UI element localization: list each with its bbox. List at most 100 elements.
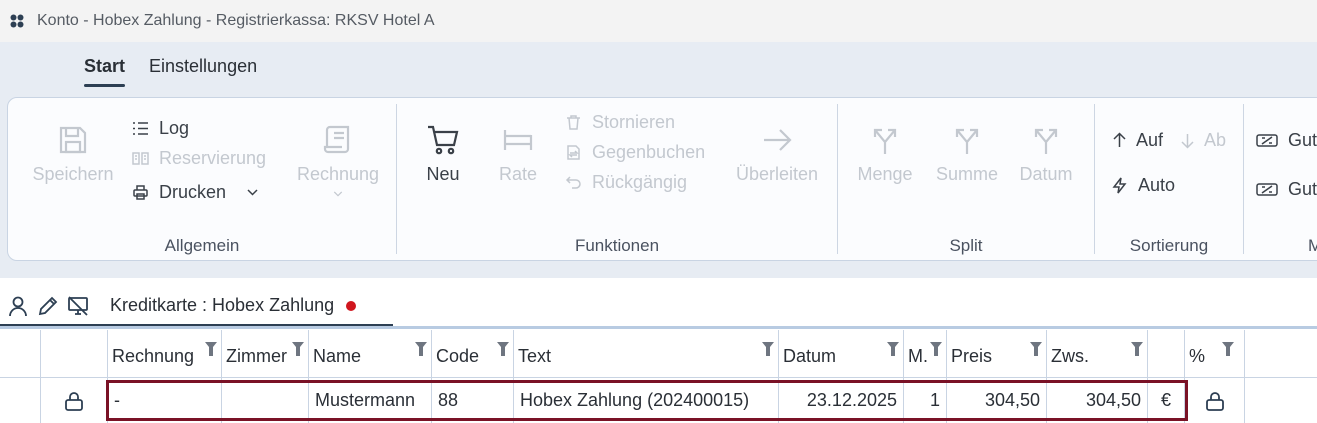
filter-icon[interactable]	[1131, 342, 1143, 356]
column-header-name[interactable]: Name	[309, 330, 432, 377]
filter-icon[interactable]	[762, 342, 774, 356]
cell-menge[interactable]: 1	[904, 378, 947, 423]
group-split: Menge Summe Datum Split	[838, 98, 1094, 262]
split-icon	[873, 128, 897, 154]
save-button[interactable]: Speichern	[28, 122, 118, 185]
column-header-datum[interactable]: Datum	[779, 330, 904, 377]
person-icon[interactable]	[7, 295, 29, 317]
counterbook-button[interactable]: Gegenbuchen	[565, 142, 705, 163]
cell-preis[interactable]: 304,50	[947, 378, 1047, 423]
document-tab-kreditkarte[interactable]: Kreditkarte : Hobex Zahlung	[110, 295, 357, 316]
filter-icon[interactable]	[1030, 342, 1042, 356]
group-more: Gut Gut M	[1244, 98, 1317, 262]
undo-icon	[565, 176, 581, 189]
group-label-sortierung: Sortierung	[1129, 236, 1209, 255]
split-quantity-button[interactable]: Menge	[852, 122, 918, 185]
split-icon	[1034, 128, 1058, 154]
split-date-button[interactable]: Datum	[1014, 122, 1078, 185]
cell-code[interactable]: 88	[432, 378, 514, 423]
voucher-button-1[interactable]: Gut	[1256, 130, 1317, 151]
filter-icon[interactable]	[497, 342, 509, 356]
column-header-currency	[1148, 330, 1185, 377]
filter-icon[interactable]	[205, 342, 217, 356]
cell-text[interactable]: Hobex Zahlung (202400015)	[514, 378, 779, 423]
group-allgemein: Speichern Log Reservierung Drucken Rechn…	[8, 98, 396, 262]
chevron-down-icon[interactable]	[244, 184, 261, 201]
print-button[interactable]: Drucken	[132, 182, 261, 203]
filter-icon[interactable]	[1222, 342, 1234, 356]
window-title: Konto - Hobex Zahlung - Registrierkassa:…	[37, 12, 435, 29]
lock-icon[interactable]	[1204, 390, 1226, 412]
cell-percent[interactable]	[1185, 378, 1245, 423]
lightning-icon	[1112, 177, 1127, 194]
column-header-status	[0, 330, 41, 377]
sort-desc-button[interactable]: Ab	[1179, 130, 1226, 151]
ribbon-tabs: Start Einstellungen	[84, 56, 257, 87]
printer-icon	[133, 185, 148, 200]
split-icon	[955, 128, 979, 154]
reservation-button[interactable]: Reservierung	[132, 148, 266, 169]
column-header-preis[interactable]: Preis	[947, 330, 1047, 377]
booking-grid: Rechnung Zimmer Name Code Text Datum M.	[0, 330, 1317, 423]
log-button[interactable]: Log	[132, 118, 189, 139]
book-icon	[132, 152, 149, 165]
filter-icon[interactable]	[930, 342, 942, 356]
column-header-code[interactable]: Code	[432, 330, 514, 377]
voucher-button-2[interactable]: Gut	[1256, 179, 1317, 200]
document-tools	[7, 295, 89, 317]
tab-start[interactable]: Start	[84, 56, 126, 87]
sort-asc-button[interactable]: Auf	[1111, 130, 1163, 151]
pencil-icon[interactable]	[37, 295, 59, 317]
cell-zimmer[interactable]	[222, 378, 309, 423]
group-sortierung: Auf Ab Auto Sortierung	[1095, 98, 1243, 262]
filter-icon[interactable]	[887, 342, 899, 356]
table-row[interactable]: - Mustermann 88 Hobex Zahlung (202400015…	[0, 378, 1317, 423]
content-divider	[0, 326, 1317, 329]
voucher-icon	[1256, 183, 1278, 196]
row-lock-cell[interactable]	[41, 378, 108, 423]
column-header-lock	[41, 330, 108, 377]
column-header-menge[interactable]: M.	[904, 330, 947, 377]
column-header-zws[interactable]: Zws.	[1047, 330, 1148, 377]
ribbon-area: Start Einstellungen Speichern Log Reserv…	[0, 42, 1317, 278]
arrow-up-icon	[1113, 132, 1126, 147]
cell-rechnung[interactable]: -	[108, 378, 222, 423]
ribbon-panel: Speichern Log Reservierung Drucken Rechn…	[7, 97, 1317, 261]
grid-header: Rechnung Zimmer Name Code Text Datum M.	[0, 330, 1317, 378]
group-label-allgemein: Allgemein	[164, 236, 240, 255]
undo-button[interactable]: Rückgängig	[565, 172, 687, 193]
split-sum-button[interactable]: Summe	[932, 122, 1002, 185]
sort-auto-button[interactable]: Auto	[1111, 175, 1175, 196]
trash-icon	[567, 115, 580, 130]
group-label-split: Split	[949, 236, 983, 255]
file-swap-icon	[567, 145, 580, 160]
document-tab-row: Kreditkarte : Hobex Zahlung	[0, 290, 1317, 330]
tab-einstellungen[interactable]: Einstellungen	[149, 56, 257, 87]
cancel-button[interactable]: Stornieren	[565, 112, 675, 133]
cell-datum[interactable]: 23.12.2025	[779, 378, 904, 423]
column-header-rechnung[interactable]: Rechnung	[108, 330, 222, 377]
save-icon	[59, 126, 87, 154]
arrow-right-icon	[764, 129, 792, 151]
rate-button[interactable]: Rate	[495, 122, 541, 185]
filter-icon[interactable]	[292, 342, 304, 356]
cart-icon	[428, 125, 459, 155]
column-header-percent[interactable]: %	[1185, 330, 1245, 377]
lock-icon[interactable]	[63, 390, 85, 412]
monitor-off-icon[interactable]	[67, 295, 89, 317]
new-button[interactable]: Neu	[417, 122, 469, 185]
list-icon	[133, 122, 148, 135]
cell-name[interactable]: Mustermann	[309, 378, 432, 423]
app-logo-icon	[10, 14, 24, 28]
transfer-button[interactable]: Überleiten	[727, 122, 827, 185]
column-header-zimmer[interactable]: Zimmer	[222, 330, 309, 377]
group-label-more: M	[1308, 236, 1317, 255]
scroll-icon	[323, 125, 350, 154]
bed-icon	[503, 130, 533, 150]
cell-zws[interactable]: 304,50	[1047, 378, 1148, 423]
filter-icon[interactable]	[415, 342, 427, 356]
arrow-down-icon	[1181, 134, 1194, 149]
column-header-text[interactable]: Text	[514, 330, 779, 377]
invoice-button[interactable]: Rechnung	[288, 122, 388, 201]
title-bar: Konto - Hobex Zahlung - Registrierkassa:…	[0, 0, 1317, 42]
